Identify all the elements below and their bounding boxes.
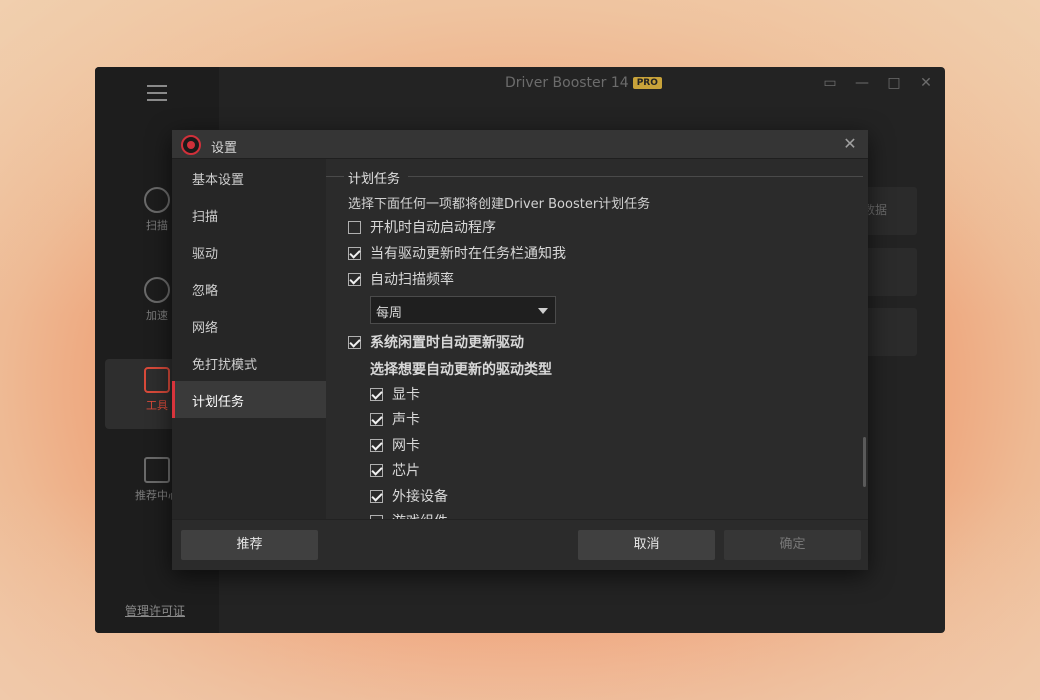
nav-dnd-mode[interactable]: 免打扰模式 — [172, 344, 326, 381]
menu-icon[interactable] — [147, 85, 167, 101]
nav-scan[interactable]: 扫描 — [172, 196, 326, 233]
scan-icon — [144, 187, 170, 213]
section-title: 计划任务 — [348, 172, 401, 187]
checkbox[interactable] — [370, 387, 383, 401]
settings-nav: 基本设置 扫描 驱动 忽略 网络 免打扰模式 计划任务 — [172, 159, 326, 519]
driver-types-title: 选择想要自动更新的驱动类型 — [370, 362, 552, 378]
nav-network[interactable]: 网络 — [172, 307, 326, 344]
feedback-icon[interactable]: ▭ — [821, 75, 839, 91]
checkbox[interactable] — [348, 272, 361, 286]
option-label: 外接设备 — [392, 489, 448, 505]
maximize-icon[interactable]: □ — [885, 75, 903, 91]
driver-type-item[interactable]: 显卡 — [370, 384, 420, 404]
dialog-titlebar: 设置 ✕ — [172, 130, 868, 159]
toolbox-icon — [144, 367, 170, 393]
recommend-button[interactable]: 推荐 — [181, 530, 318, 560]
option-label: 声卡 — [392, 412, 420, 428]
divider — [408, 176, 863, 177]
option-auto-scan[interactable]: 自动扫描频率 — [348, 269, 454, 289]
speedometer-icon — [144, 277, 170, 303]
option-label: 自动扫描频率 — [370, 272, 454, 288]
option-idle-update[interactable]: 系统闲置时自动更新驱动 — [348, 332, 524, 352]
checkbox[interactable] — [348, 335, 361, 349]
cancel-button[interactable]: 取消 — [578, 530, 715, 560]
option-label: 芯片 — [392, 463, 420, 479]
option-label: 开机时自动启动程序 — [370, 220, 496, 236]
apps-grid-icon — [144, 457, 170, 483]
option-label: 当有驱动更新时在任务栏通知我 — [370, 246, 566, 262]
dialog-footer: 推荐 取消 确定 — [172, 519, 868, 570]
window-controls: ▭ — □ ✕ — [821, 75, 935, 91]
settings-dialog: 设置 ✕ 基本设置 扫描 驱动 忽略 网络 免打扰模式 计划任务 计划任务 选择… — [172, 130, 868, 570]
settings-content: 计划任务 选择下面任何一项都将创建Driver Booster计划任务 开机时自… — [326, 159, 868, 519]
app-title: Driver Booster 14 PRO — [505, 75, 662, 91]
app-nav-label: 工具 — [146, 399, 168, 412]
option-label: 系统闲置时自动更新驱动 — [370, 335, 524, 351]
driver-type-item[interactable]: 声卡 — [370, 409, 420, 429]
driver-type-item[interactable]: 芯片 — [370, 460, 420, 480]
option-auto-start[interactable]: 开机时自动启动程序 — [348, 217, 496, 237]
ok-button[interactable]: 确定 — [724, 530, 861, 560]
manage-license-link[interactable]: 管理许可证 — [125, 602, 185, 619]
option-notify-taskbar[interactable]: 当有驱动更新时在任务栏通知我 — [348, 243, 566, 263]
option-label: 游戏组件 — [392, 511, 448, 519]
pro-badge: PRO — [632, 77, 662, 89]
nav-driver[interactable]: 驱动 — [172, 233, 326, 270]
checkbox[interactable] — [370, 463, 383, 477]
option-label: 显卡 — [392, 387, 420, 403]
section-description: 选择下面任何一项都将创建Driver Booster计划任务 — [348, 197, 651, 212]
scan-frequency-select[interactable]: 每周 — [370, 296, 556, 324]
driver-type-item[interactable]: 游戏组件 — [370, 511, 448, 519]
dialog-title: 设置 — [211, 141, 238, 156]
checkbox[interactable] — [370, 438, 383, 452]
driver-booster-logo-icon — [181, 135, 201, 155]
checkbox[interactable] — [348, 246, 361, 260]
minimize-icon[interactable]: — — [853, 75, 871, 91]
checkbox[interactable] — [348, 220, 361, 234]
driver-type-item[interactable]: 网卡 — [370, 435, 420, 455]
app-title-text: Driver Booster 14 — [505, 75, 629, 91]
checkbox[interactable] — [370, 489, 383, 503]
driver-type-item[interactable]: 外接设备 — [370, 486, 448, 506]
nav-scheduled-tasks[interactable]: 计划任务 — [172, 381, 326, 418]
divider — [326, 176, 344, 177]
chevron-down-icon — [538, 308, 548, 314]
close-icon[interactable]: ✕ — [917, 75, 935, 91]
nav-ignore[interactable]: 忽略 — [172, 270, 326, 307]
scrollbar-thumb[interactable] — [863, 437, 866, 487]
app-nav-label: 加速 — [146, 309, 168, 322]
select-value: 每周 — [376, 306, 403, 321]
dialog-close-icon[interactable]: ✕ — [840, 134, 860, 154]
option-label: 网卡 — [392, 438, 420, 454]
app-nav-label: 扫描 — [146, 219, 168, 232]
checkbox[interactable] — [370, 412, 383, 426]
nav-basic-settings[interactable]: 基本设置 — [172, 159, 326, 196]
